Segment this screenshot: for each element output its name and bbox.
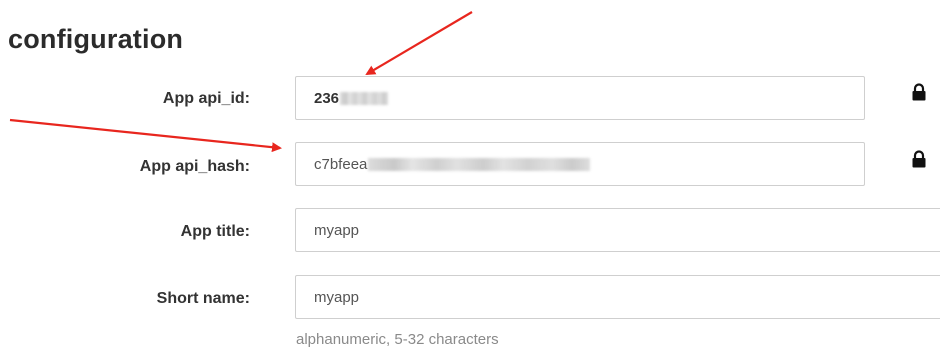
api-hash-field[interactable]: c7bfeea bbox=[295, 142, 865, 186]
api-id-label: App api_id: bbox=[162, 90, 250, 107]
page-title: configuration bbox=[8, 24, 184, 54]
lock-icon bbox=[912, 83, 926, 101]
redacted-blur bbox=[368, 157, 591, 171]
redacted-blur bbox=[340, 91, 389, 105]
short-name-hint: alphanumeric, 5-32 characters bbox=[296, 331, 499, 348]
arrow-to-api-hash bbox=[9, 118, 282, 153]
api-hash-label: App api_hash: bbox=[139, 158, 250, 175]
lock-icon bbox=[912, 150, 926, 168]
app-title-value: myapp bbox=[314, 221, 360, 239]
arrow-to-api-id bbox=[365, 11, 473, 76]
api-id-value: 236 bbox=[314, 89, 340, 107]
api-id-field[interactable]: 236 bbox=[295, 76, 865, 120]
api-hash-value: c7bfeea bbox=[314, 155, 368, 173]
app-title-input[interactable]: myapp bbox=[295, 208, 940, 252]
short-name-label: Short name: bbox=[156, 290, 250, 307]
short-name-input[interactable]: myapp bbox=[295, 275, 940, 319]
short-name-value: myapp bbox=[314, 288, 360, 306]
app-title-label: App title: bbox=[180, 223, 250, 240]
